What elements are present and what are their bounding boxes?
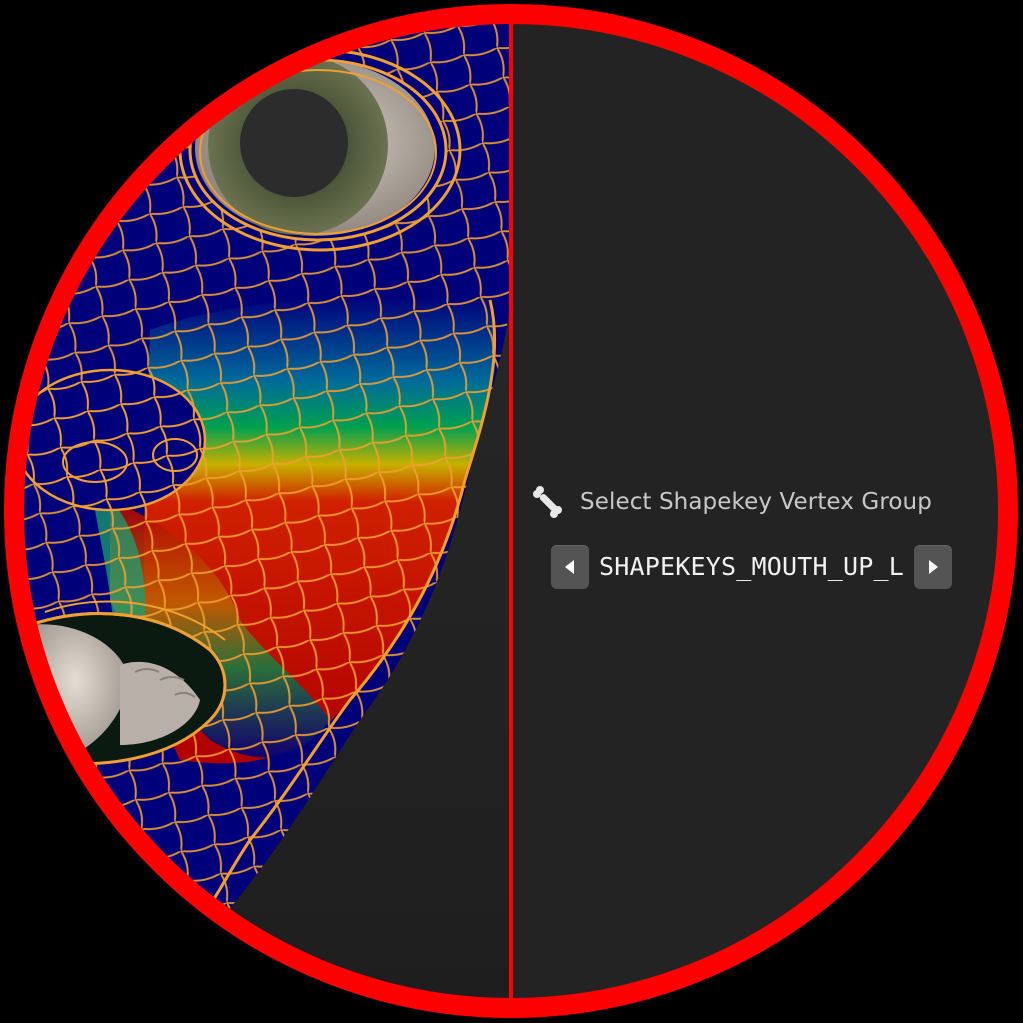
select-shapekey-vertex-group-operator[interactable]: Select Shapekey Vertex Group bbox=[530, 484, 932, 520]
next-group-button[interactable] bbox=[914, 544, 953, 589]
previous-group-button[interactable] bbox=[551, 544, 589, 589]
triangle-left-icon bbox=[565, 559, 574, 574]
operator-label: Select Shapekey Vertex Group bbox=[580, 489, 932, 515]
vertex-group-selector: SHAPEKEYS_MOUTH_UP_L bbox=[551, 544, 953, 589]
bone-icon bbox=[530, 485, 564, 519]
vertex-group-name: SHAPEKEYS_MOUTH_UP_L bbox=[599, 552, 905, 581]
triangle-right-icon bbox=[929, 559, 939, 574]
